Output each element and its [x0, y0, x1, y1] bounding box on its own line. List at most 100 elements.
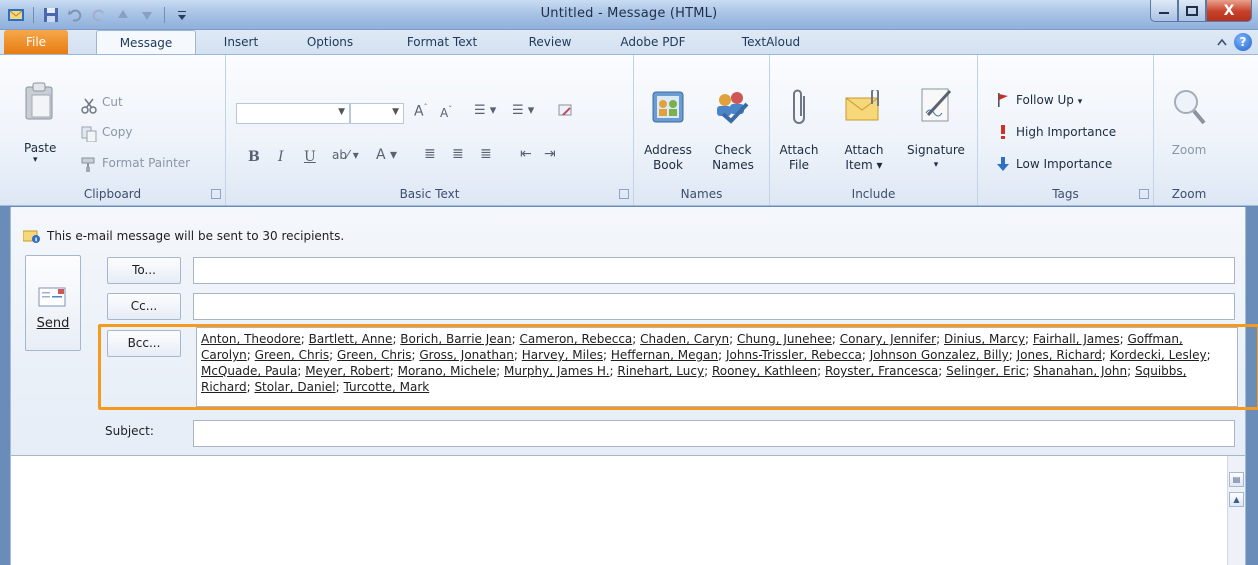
attach-item-label[interactable]: Attach Item ▾ — [836, 143, 892, 173]
cut-icon[interactable] — [80, 97, 98, 115]
underline-icon[interactable]: U — [304, 149, 316, 165]
to-field[interactable] — [193, 257, 1235, 284]
zoom-magnifier-icon[interactable] — [1170, 87, 1210, 127]
bcc-recipient[interactable]: Gross, Jonathan — [419, 348, 514, 362]
bcc-recipient[interactable]: McQuade, Paula — [201, 364, 297, 378]
tab-file[interactable]: File — [4, 30, 68, 54]
shrink-font-icon[interactable]: Aˇ — [440, 105, 452, 120]
help-button[interactable]: ? — [1234, 33, 1252, 51]
basic-text-launcher-icon[interactable] — [619, 189, 629, 199]
bcc-recipient[interactable]: Kordecki, Lesley — [1110, 348, 1207, 362]
bcc-recipient[interactable]: Chung, Junehee — [737, 332, 832, 346]
low-importance-icon[interactable] — [996, 157, 1010, 171]
high-importance-icon[interactable] — [996, 125, 1010, 139]
zoom-button-label[interactable]: Zoom — [1154, 143, 1224, 157]
bcc-recipient[interactable]: Selinger, Eric — [946, 364, 1025, 378]
format-painter-icon[interactable] — [80, 155, 98, 173]
message-body[interactable]: ▤ ▲ — [11, 455, 1245, 565]
bcc-recipient[interactable]: Rooney, Kathleen — [712, 364, 817, 378]
check-names-label[interactable]: Check Names — [708, 143, 758, 173]
grow-font-icon[interactable]: Aˆ — [414, 103, 428, 120]
bcc-recipient[interactable]: Stolar, Daniel — [254, 380, 335, 394]
tab-options[interactable]: Options — [292, 30, 368, 54]
bcc-recipient[interactable]: Borich, Barrie Jean — [400, 332, 511, 346]
bcc-recipient[interactable]: Johnson Gonzalez, Billy — [870, 348, 1009, 362]
maximize-button[interactable] — [1178, 0, 1206, 22]
paste-dropdown-arrow[interactable]: ▾ — [33, 155, 38, 165]
vertical-scrollbar[interactable]: ▤ ▲ — [1227, 456, 1245, 565]
bold-icon[interactable]: B — [248, 149, 260, 165]
bcc-recipient[interactable]: Anton, Theodore — [201, 332, 301, 346]
bcc-field[interactable]: Anton, Theodore; Bartlett, Anne; Borich,… — [196, 327, 1238, 407]
clear-formatting-icon[interactable] — [556, 101, 576, 125]
font-size-combo[interactable]: ▼ — [350, 103, 404, 124]
bcc-recipient[interactable]: Bartlett, Anne — [309, 332, 393, 346]
align-left-icon[interactable]: ≣ — [424, 146, 436, 162]
format-painter-label[interactable]: Format Painter — [102, 156, 190, 170]
bcc-recipient[interactable]: Green, Chris — [255, 348, 329, 362]
decrease-indent-icon[interactable]: ⇤ — [520, 146, 532, 162]
cc-field[interactable] — [193, 293, 1235, 320]
address-book-icon[interactable] — [650, 89, 686, 125]
bcc-recipient[interactable]: Fairhall, James — [1033, 332, 1120, 346]
tab-format-text[interactable]: Format Text — [392, 30, 492, 54]
bcc-recipient[interactable]: Johns-Trissler, Rebecca — [726, 348, 862, 362]
high-importance-label[interactable]: High Importance — [1016, 125, 1116, 139]
tab-message[interactable]: Message — [96, 30, 196, 54]
numbering-icon[interactable]: ☰ ▾ — [512, 103, 534, 118]
clipboard-launcher-icon[interactable] — [211, 189, 221, 199]
bcc-recipient[interactable]: Royster, Francesca — [825, 364, 938, 378]
copy-icon[interactable] — [80, 125, 98, 143]
subject-field[interactable] — [193, 420, 1235, 447]
minimize-button[interactable] — [1150, 0, 1178, 22]
bcc-recipient[interactable]: Dinius, Marcy — [944, 332, 1025, 346]
follow-up-label[interactable]: Follow Up ▾ — [1016, 93, 1082, 107]
cut-label[interactable]: Cut — [102, 95, 123, 109]
font-name-combo[interactable]: ▼ — [236, 103, 350, 124]
bcc-recipient[interactable]: Turcotte, Mark — [343, 380, 429, 394]
tab-insert[interactable]: Insert — [214, 30, 268, 54]
increase-indent-icon[interactable]: ⇥ — [544, 146, 556, 162]
minimize-ribbon-icon[interactable] — [1216, 37, 1228, 47]
signature-icon[interactable] — [916, 85, 956, 125]
tab-textaloud[interactable]: TextAloud — [726, 30, 816, 54]
bcc-recipient[interactable]: Murphy, James H. — [504, 364, 610, 378]
to-button[interactable]: To... — [107, 257, 181, 284]
paste-icon[interactable] — [20, 81, 60, 121]
copy-label[interactable]: Copy — [102, 125, 132, 139]
scroll-up-icon[interactable]: ▲ — [1229, 492, 1244, 507]
highlight-icon[interactable]: ab⁄ ▾ — [332, 148, 359, 162]
bcc-recipient[interactable]: Heffernan, Megan — [611, 348, 718, 362]
italic-icon[interactable]: I — [278, 149, 284, 165]
low-importance-label[interactable]: Low Importance — [1016, 157, 1112, 171]
address-book-label[interactable]: Address Book — [642, 143, 694, 173]
align-center-icon[interactable]: ≣ — [452, 146, 464, 162]
bcc-recipient[interactable]: Meyer, Robert — [305, 364, 390, 378]
cc-button[interactable]: Cc... — [107, 293, 181, 320]
tab-adobe-pdf[interactable]: Adobe PDF — [606, 30, 700, 54]
close-button[interactable]: X — [1206, 0, 1252, 22]
bcc-recipient[interactable]: Rinehart, Lucy — [617, 364, 704, 378]
check-names-icon[interactable] — [712, 87, 752, 125]
send-button[interactable]: Send — [25, 255, 81, 351]
bcc-button[interactable]: Bcc... — [107, 330, 181, 357]
paperclip-icon[interactable] — [786, 87, 814, 127]
attach-file-label[interactable]: Attach File — [774, 143, 824, 173]
align-right-icon[interactable]: ≣ — [480, 146, 492, 162]
signature-label[interactable]: Signature ▾ — [898, 143, 974, 173]
paste-label[interactable]: Paste — [24, 141, 56, 155]
tab-review[interactable]: Review — [516, 30, 584, 54]
tags-launcher-icon[interactable] — [1139, 189, 1149, 199]
bcc-recipient[interactable]: Jones, Richard — [1017, 348, 1102, 362]
attach-item-icon[interactable] — [844, 89, 884, 125]
ruler-toggle-icon[interactable]: ▤ — [1229, 472, 1244, 487]
bcc-recipient[interactable]: Morano, Michele — [398, 364, 497, 378]
bcc-recipient[interactable]: Green, Chris — [337, 348, 411, 362]
font-color-icon[interactable]: A ▾ — [376, 147, 397, 163]
bcc-recipient[interactable]: Shanahan, John — [1033, 364, 1127, 378]
bcc-recipient[interactable]: Cameron, Rebecca — [519, 332, 632, 346]
bcc-recipient[interactable]: Chaden, Caryn — [640, 332, 729, 346]
bullets-icon[interactable]: ☰ ▾ — [474, 103, 496, 118]
bcc-recipient[interactable]: Conary, Jennifer — [840, 332, 936, 346]
follow-up-flag-icon[interactable] — [996, 93, 1010, 107]
